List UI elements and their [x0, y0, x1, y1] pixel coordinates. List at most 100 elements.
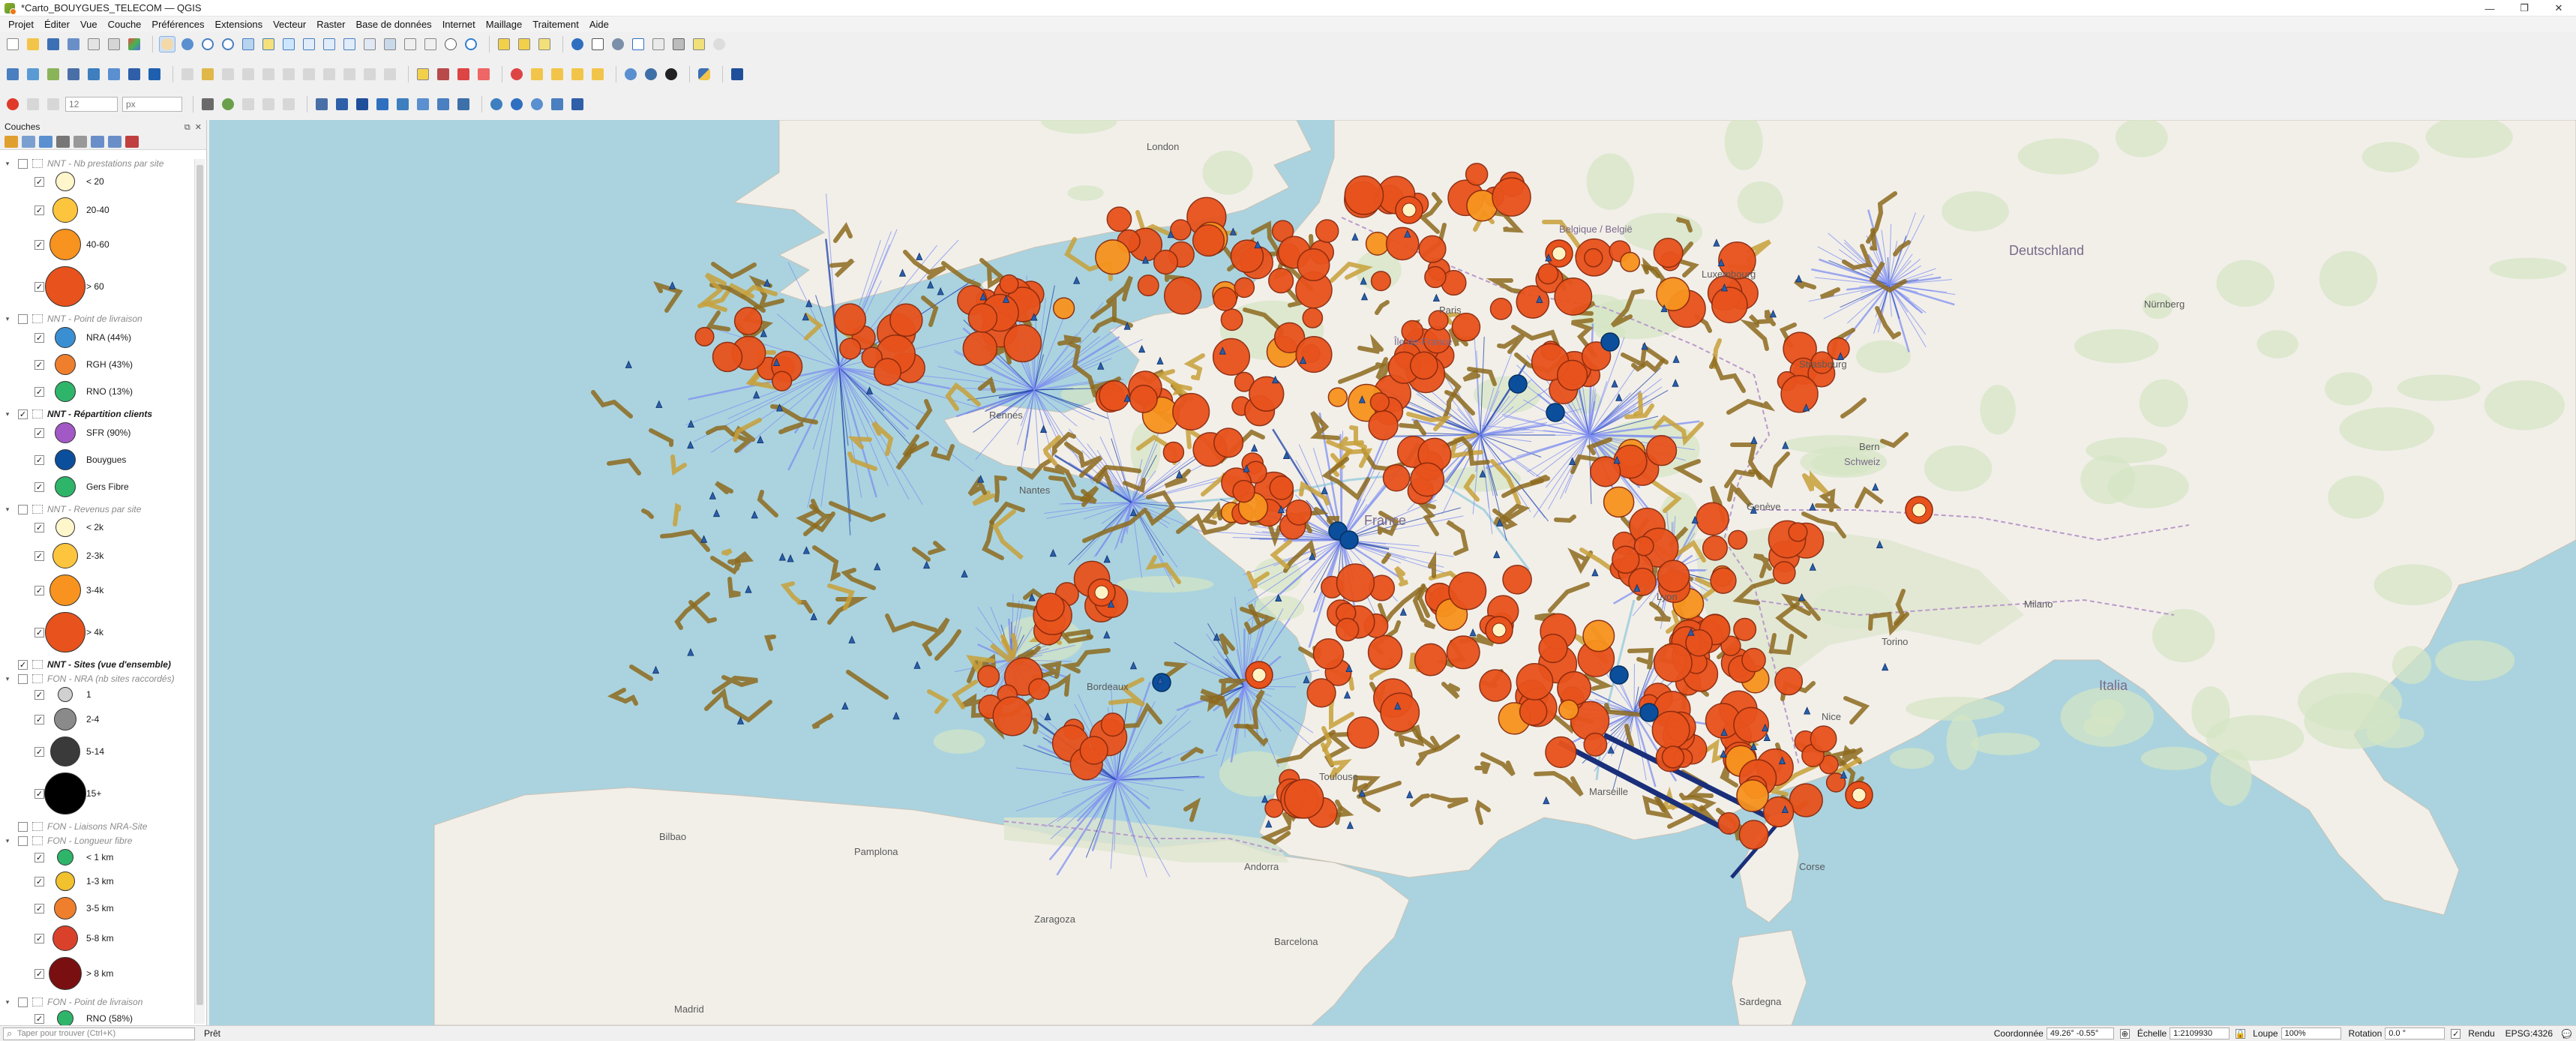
georeferencer-icon[interactable]: [663, 66, 679, 82]
label-properties-icon[interactable]: [569, 66, 586, 82]
legend-item[interactable]: ✓ SFR (90%): [0, 421, 193, 445]
filter-legend-icon[interactable]: [56, 135, 70, 148]
layer-group-6[interactable]: FON - Liaisons NRA-Site: [0, 820, 193, 832]
legend-item[interactable]: ✓ 3-5 km: [0, 896, 193, 921]
legend-item[interactable]: ✓ 5-8 km: [0, 924, 193, 952]
pan-to-selection-icon[interactable]: [179, 36, 196, 52]
legend-item-checkbox[interactable]: ✓: [34, 968, 44, 979]
layer-visibility-checkbox[interactable]: [18, 674, 28, 684]
statistics-icon[interactable]: [630, 36, 646, 52]
menu-preferences[interactable]: Préférences: [146, 19, 209, 30]
add-raster-icon[interactable]: [106, 66, 122, 82]
legend-item-checkbox[interactable]: ✓: [34, 386, 44, 397]
menu-vue[interactable]: Vue: [75, 19, 103, 30]
menu-maillage[interactable]: Maillage: [481, 19, 527, 30]
bookmark-icon[interactable]: [402, 36, 418, 52]
layer-group-2[interactable]: ▾ ✓ NNT - Répartition clients: [0, 408, 193, 420]
legend-item[interactable]: ✓ Bouygues: [0, 448, 193, 472]
open-layer-styling-icon[interactable]: [4, 135, 18, 148]
layer-group-3[interactable]: ▾ NNT - Revenus par site: [0, 503, 193, 515]
expand-toggle-icon[interactable]: ▾: [3, 410, 12, 418]
offset-curve-icon[interactable]: [435, 96, 451, 112]
zoom-layer-icon[interactable]: [280, 36, 297, 52]
float-panel-icon[interactable]: ⧉: [184, 123, 190, 132]
rotate-label-icon[interactable]: [529, 66, 545, 82]
new-layout-icon[interactable]: [85, 36, 102, 52]
locator-search-input[interactable]: Taper pour trouver (Ctrl+K): [3, 1027, 195, 1040]
magnifier-field[interactable]: 100%: [2281, 1028, 2341, 1040]
legend-item[interactable]: ✓ 40-60: [0, 227, 193, 262]
legend-item-checkbox[interactable]: ✓: [34, 176, 44, 187]
trace-icon[interactable]: [199, 96, 216, 112]
save-project-icon[interactable]: [45, 36, 61, 52]
toolbox-icon[interactable]: [610, 36, 626, 52]
legend-item[interactable]: ✓ < 20: [0, 170, 193, 193]
menu-internet[interactable]: Internet: [437, 19, 481, 30]
legend-item[interactable]: ✓ 2-4: [0, 706, 193, 732]
show-labels-icon[interactable]: [475, 66, 492, 82]
circle-tool-icon[interactable]: [354, 96, 370, 112]
layer-visibility-checkbox[interactable]: ✓: [18, 409, 28, 419]
layer-visibility-checkbox[interactable]: [18, 821, 28, 832]
legend-item[interactable]: ✓ 2-3k: [0, 542, 193, 570]
zoom-next-icon[interactable]: [341, 36, 358, 52]
legend-item[interactable]: ✓ < 1 km: [0, 848, 193, 867]
attribute-table-icon[interactable]: [589, 36, 606, 52]
legend-item-checkbox[interactable]: ✓: [34, 205, 44, 215]
close-button[interactable]: ✕: [2542, 0, 2576, 16]
curve-tool-icon[interactable]: [415, 96, 431, 112]
layer-visibility-checkbox[interactable]: [18, 997, 28, 1007]
maximize-button[interactable]: ❐: [2507, 0, 2542, 16]
temporal-controller-icon[interactable]: [442, 36, 459, 52]
toggle-editing-icon[interactable]: [199, 66, 216, 82]
layer-visibility-checkbox[interactable]: [18, 314, 28, 324]
expand-toggle-icon[interactable]: ▾: [3, 160, 12, 168]
shape-digitizing-icon[interactable]: [313, 96, 330, 112]
add-vector-icon[interactable]: [85, 66, 102, 82]
new-spatialite-icon[interactable]: [65, 66, 82, 82]
new-shapefile-icon[interactable]: [45, 66, 61, 82]
select-by-value-icon[interactable]: [516, 36, 532, 52]
map-canvas[interactable]: France Paris Bordeaux Toulouse Marseille…: [209, 120, 2576, 1025]
legend-item[interactable]: ✓ 20-40: [0, 196, 193, 224]
layer-visibility-checkbox[interactable]: [18, 504, 28, 514]
coordinate-field[interactable]: 49.26° -0.55°: [2046, 1028, 2114, 1040]
legend-item[interactable]: ✓ RNO (58%): [0, 1009, 193, 1025]
menu-editer[interactable]: Éditer: [39, 19, 75, 30]
menu-extensions[interactable]: Extensions: [210, 19, 268, 30]
expand-toggle-icon[interactable]: ▾: [3, 998, 12, 1006]
legend-item[interactable]: ✓ 3-4k: [0, 573, 193, 608]
legend-item-checkbox[interactable]: ✓: [34, 1013, 44, 1024]
expand-toggle-icon[interactable]: ▾: [3, 506, 12, 514]
save-as-icon[interactable]: [65, 36, 82, 52]
data-source-manager-icon[interactable]: [4, 66, 21, 82]
ellipse-tool-icon[interactable]: [374, 96, 391, 112]
legend-item-checkbox[interactable]: ✓: [34, 627, 44, 638]
measure-icon[interactable]: [670, 36, 687, 52]
new-3d-view-icon[interactable]: [382, 36, 398, 52]
zoom-full-icon[interactable]: [240, 36, 256, 52]
select-features-icon[interactable]: [496, 36, 512, 52]
legend-item[interactable]: ✓ NRA (44%): [0, 326, 193, 350]
layer-group-4[interactable]: ✓ NNT - Sites (vue d'ensemble): [0, 658, 193, 670]
snapping-icon[interactable]: [4, 96, 21, 112]
menu-vecteur[interactable]: Vecteur: [268, 19, 311, 30]
zoom-out-icon[interactable]: [220, 36, 236, 52]
wfs-icon[interactable]: [488, 96, 505, 112]
expand-toggle-icon[interactable]: ▾: [3, 675, 12, 683]
legend-item[interactable]: ✓ RGH (43%): [0, 352, 193, 376]
legend-item[interactable]: ✓ > 60: [0, 265, 193, 308]
show-bookmarks-icon[interactable]: [422, 36, 439, 52]
self-snapping-icon[interactable]: [220, 96, 236, 112]
metasearch-icon[interactable]: [729, 66, 745, 82]
legend-item-checkbox[interactable]: ✓: [34, 746, 44, 757]
layout-manager-icon[interactable]: [106, 36, 122, 52]
scale-field[interactable]: 1:2109930: [2170, 1028, 2230, 1040]
legend-item-checkbox[interactable]: ✓: [34, 332, 44, 343]
python-console-icon[interactable]: [696, 66, 712, 82]
new-project-icon[interactable]: [4, 36, 21, 52]
legend-item-checkbox[interactable]: ✓: [34, 359, 44, 370]
snapping-tolerance-input[interactable]: 12: [65, 97, 118, 112]
change-label-icon[interactable]: [549, 66, 565, 82]
menu-raster[interactable]: Raster: [311, 19, 350, 30]
